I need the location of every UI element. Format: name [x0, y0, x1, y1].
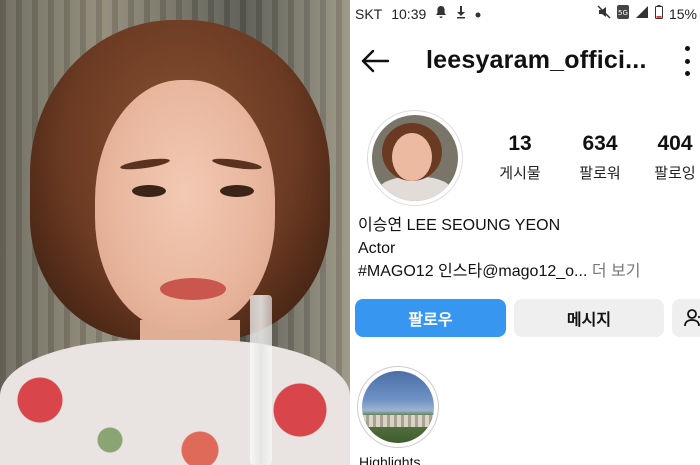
bio-line: #MAGO12 인스타@mago12_o... 더 보기: [358, 260, 700, 283]
add-user-button[interactable]: [672, 299, 700, 337]
stat-followers[interactable]: 634 팔로워: [562, 132, 638, 183]
profile-avatar[interactable]: [372, 115, 458, 201]
stat-value: 634: [582, 132, 618, 155]
stat-posts[interactable]: 13 게시물: [490, 132, 550, 183]
dot-icon: [475, 7, 481, 21]
stat-label: 팔로워: [579, 165, 621, 182]
avatar-face: [392, 133, 432, 181]
bio-more-link[interactable]: 더 보기: [592, 263, 641, 280]
highlight-cover-town: [362, 415, 434, 427]
follow-button[interactable]: 팔로우: [355, 299, 506, 337]
photo-eye: [220, 185, 254, 197]
more-dot: [684, 58, 690, 64]
stat-value: 404: [657, 132, 693, 155]
profile-bio: 이승연 LEE SEOUNG YEON Actor #MAGO12 인스타@ma…: [358, 214, 700, 283]
signal-icon: [635, 5, 649, 22]
carrier-label: SKT: [355, 5, 383, 22]
instagram-profile-screen: SKT 10:39 5G 15% leesyaram_offici... 13 …: [350, 0, 700, 465]
clock: 10:39: [391, 5, 427, 22]
battery-percent: 15%: [668, 5, 697, 22]
more-dot: [684, 71, 690, 76]
message-button[interactable]: 메시지: [514, 299, 664, 337]
profile-name: 이승연 LEE SEOUNG YEON: [358, 217, 561, 234]
status-bar: SKT 10:39 5G 15%: [350, 0, 700, 28]
highlight-label: Highlights: [359, 454, 421, 465]
selfie-photo: [0, 0, 350, 465]
photo-lips: [160, 278, 226, 300]
profile-actions: 팔로우 메시지: [355, 299, 700, 337]
photo-eye: [132, 185, 166, 197]
profile-header: leesyaram_offici...: [350, 38, 700, 84]
photo-straw: [250, 295, 272, 465]
bio-text: #MAGO12 인스타@mago12_o...: [358, 263, 588, 280]
back-button[interactable]: [358, 44, 392, 78]
stat-label: 팔로잉: [654, 165, 696, 182]
stat-following[interactable]: 404 팔로잉: [640, 132, 700, 183]
mute-icon: [597, 5, 611, 22]
photo-floral-shirt: [0, 340, 350, 465]
profile-category: Actor: [358, 240, 396, 257]
profile-username: leesyaram_offici...: [426, 46, 647, 74]
svg-text:5G: 5G: [618, 9, 628, 17]
notification-icon: [435, 5, 447, 22]
add-user-icon: [684, 309, 700, 327]
more-options-button[interactable]: [680, 46, 694, 76]
battery-icon: [654, 5, 663, 22]
5g-icon: 5G: [616, 5, 629, 22]
more-dot: [684, 46, 690, 51]
download-icon: [456, 5, 466, 22]
profile-stats: 13 게시물 634 팔로워 404 팔로잉: [480, 132, 700, 192]
back-arrow-icon: [361, 49, 390, 73]
stat-label: 게시물: [499, 165, 541, 182]
stat-value: 13: [508, 132, 532, 155]
highlight-cover[interactable]: [362, 371, 434, 443]
